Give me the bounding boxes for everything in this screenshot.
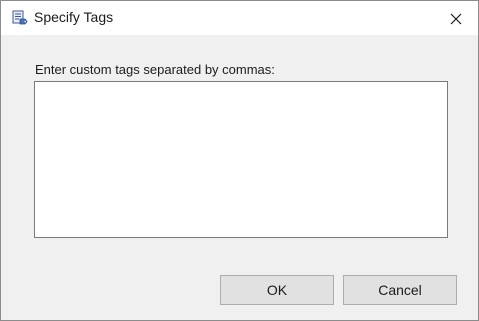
cancel-button[interactable]: Cancel [343, 275, 457, 305]
ok-button[interactable]: OK [220, 275, 334, 305]
close-button[interactable] [443, 6, 469, 32]
tags-prompt-label: Enter custom tags separated by commas: [35, 62, 275, 77]
dialog-body: Enter custom tags separated by commas: O… [1, 35, 478, 320]
close-icon [450, 13, 462, 25]
tags-input[interactable] [34, 81, 448, 238]
dialog-title: Specify Tags [34, 9, 114, 25]
specify-tags-dialog: Specify Tags Enter custom tags separated… [0, 0, 479, 321]
title-bar[interactable]: Specify Tags [1, 1, 478, 35]
tag-document-icon [12, 10, 28, 26]
